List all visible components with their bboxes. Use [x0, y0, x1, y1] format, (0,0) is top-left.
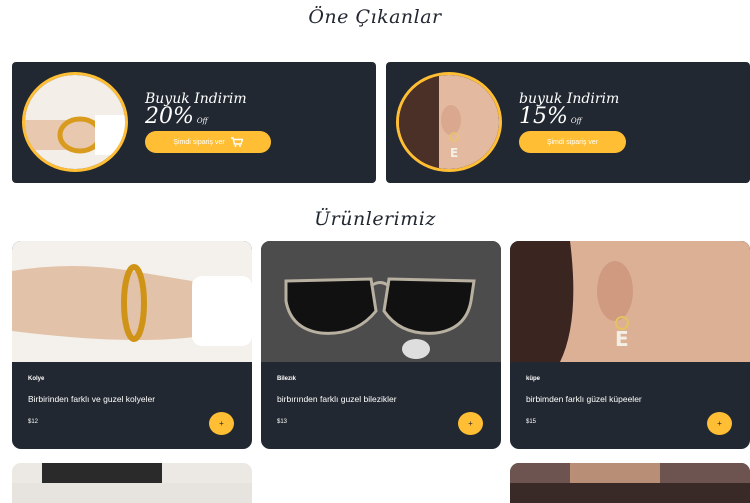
- product-card-peek: [12, 463, 252, 503]
- product-price: $15: [526, 419, 537, 425]
- product-card-peek: [510, 463, 750, 503]
- plus-icon: +: [717, 419, 722, 428]
- add-to-cart-button[interactable]: +: [209, 412, 234, 435]
- order-now-label: Şimdi sipariş ver: [546, 138, 599, 146]
- offer-off-label: Off: [196, 117, 208, 125]
- product-description: birbimden farklı güzel küpeeler: [526, 394, 642, 404]
- featured-section-title: Öne Çıkanlar: [308, 6, 442, 28]
- cart-icon: [230, 137, 243, 147]
- product-image-earring: E: [510, 241, 750, 362]
- product-price: $12: [28, 419, 39, 425]
- product-image-bracelet: [12, 241, 252, 362]
- svg-text:E: E: [615, 327, 629, 351]
- plus-icon: +: [219, 419, 224, 428]
- order-now-button[interactable]: Şimdi sipariş ver: [145, 131, 271, 153]
- plus-icon: +: [468, 419, 473, 428]
- products-section-title: Ürünlerimiz: [314, 208, 436, 230]
- offer-image-bracelet: [22, 72, 128, 172]
- product-price: $13: [277, 419, 288, 425]
- svg-text:E: E: [450, 146, 458, 160]
- product-image-sunglasses: [261, 241, 501, 362]
- product-description: Birbirinden farklı ve guzel kolyeler: [28, 394, 156, 404]
- offer-image-earring: E: [396, 72, 502, 172]
- order-now-button[interactable]: Şimdi sipariş ver: [519, 131, 626, 153]
- product-card-bilezik: Bilezık birbırınden farklı guzel bilezik…: [261, 241, 501, 449]
- order-now-label: Şimdi sipariş ver: [173, 138, 225, 146]
- product-card-kolye: Kolye Birbirinden farklı ve guzel kolyel…: [12, 241, 252, 449]
- product-card-kupe: E küpe birbimden farklı güzel küpeeler $…: [510, 241, 750, 449]
- offer-percent: 15% Off: [519, 104, 582, 129]
- product-name: Kolye: [28, 376, 45, 382]
- product-name: Bilezık: [277, 376, 297, 382]
- add-to-cart-button[interactable]: +: [458, 412, 483, 435]
- product-description: birbırınden farklı guzel bilezikler: [277, 394, 397, 404]
- offer-percent: 20% Off: [145, 104, 208, 129]
- offer-card-2: E buyuk Indirim 15% Off Şimdi sipariş ver: [386, 62, 750, 183]
- offer-off-label: Off: [570, 117, 582, 125]
- product-name: küpe: [526, 376, 541, 382]
- add-to-cart-button[interactable]: +: [707, 412, 732, 435]
- offer-card-1: Buyuk Indirim 20% Off Şimdi sipariş ver: [12, 62, 376, 183]
